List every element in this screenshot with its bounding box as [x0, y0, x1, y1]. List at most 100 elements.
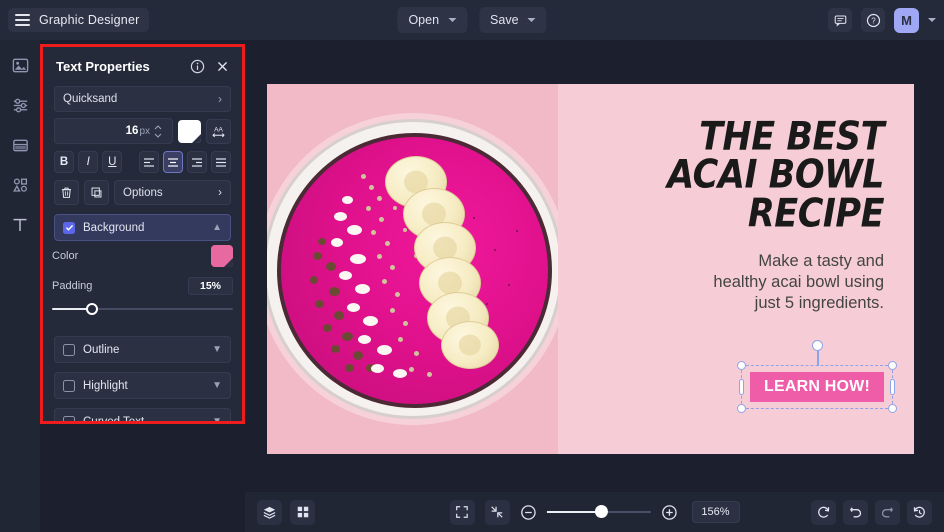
headline-line-2: ACAI BOWL	[667, 153, 884, 198]
bold-button[interactable]: B	[54, 151, 75, 173]
align-left-icon	[143, 157, 154, 167]
handle-left[interactable]	[739, 379, 745, 395]
cta-wrapper: LEARN HOW!	[737, 340, 897, 413]
canvas-area[interactable]: THE BEST ACAI BOWL RECIPE Make a tasty a…	[245, 40, 944, 492]
section-background: Background ▲	[54, 214, 231, 241]
chevron-down-icon	[448, 18, 457, 22]
sidebar-item-layout[interactable]	[9, 134, 31, 156]
close-button[interactable]	[214, 58, 231, 75]
section-outline-header[interactable]: Outline ▼	[55, 337, 230, 362]
handle-top-right[interactable]	[888, 361, 897, 370]
shrink-button[interactable]	[484, 499, 510, 525]
top-bar-right: ? M	[828, 7, 936, 33]
slider-knob[interactable]	[86, 303, 99, 315]
italic-button[interactable]: I	[78, 151, 99, 173]
bowl-smoothie	[276, 133, 552, 408]
selection-box	[737, 340, 897, 413]
sidebar-item-adjust[interactable]	[9, 94, 31, 116]
fit-screen-button[interactable]	[449, 499, 475, 525]
stepper-arrows-icon[interactable]	[151, 124, 165, 138]
duplicate-button[interactable]	[84, 180, 109, 205]
delete-button[interactable]	[54, 180, 79, 205]
save-label: Save	[490, 13, 519, 27]
avatar[interactable]: M	[894, 7, 919, 33]
undo-button[interactable]	[843, 499, 868, 525]
background-padding-value[interactable]: 15%	[187, 277, 233, 295]
section-highlight-header[interactable]: Highlight ▼	[55, 373, 230, 398]
zoom-value[interactable]: 156%	[691, 501, 740, 523]
padding-slider[interactable]	[52, 302, 233, 316]
comment-button[interactable]	[828, 8, 852, 32]
account-chevron-down-icon[interactable]	[928, 18, 936, 22]
background-color-swatch[interactable]	[211, 245, 233, 267]
section-background-header[interactable]: Background ▲	[55, 215, 230, 240]
sidebar-item-text[interactable]	[9, 214, 31, 236]
underline-label: U	[108, 156, 117, 168]
highlight-checkbox[interactable]	[63, 379, 75, 392]
check-icon	[65, 224, 73, 231]
zoom-in-button[interactable]	[660, 504, 677, 521]
sidebar-item-image[interactable]	[9, 54, 31, 76]
reset-button[interactable]	[811, 499, 836, 525]
info-button[interactable]	[189, 58, 206, 75]
panel-header: Text Properties	[43, 47, 242, 84]
comment-icon	[834, 15, 846, 27]
font-family-selector[interactable]: Quicksand ›	[54, 86, 231, 112]
shapes-icon	[12, 177, 27, 192]
undo-icon	[849, 506, 862, 517]
chevron-up-icon[interactable]: ▲	[212, 222, 222, 233]
app-menu-button[interactable]: Graphic Designer	[8, 8, 150, 32]
history-button[interactable]	[907, 499, 932, 525]
page-title: Text Properties	[56, 59, 150, 74]
chevron-down-icon[interactable]: ▼	[212, 416, 222, 421]
align-justify-button[interactable]	[210, 151, 232, 173]
handle-bottom-right[interactable]	[888, 404, 897, 413]
sidebar-item-shapes[interactable]	[9, 174, 31, 196]
underline-button[interactable]: U	[102, 151, 123, 173]
background-color-row: Color	[52, 241, 233, 271]
open-button[interactable]: Open	[397, 7, 468, 33]
help-button[interactable]: ?	[861, 8, 885, 32]
chevron-down-icon[interactable]: ▼	[212, 380, 222, 391]
zoom-out-button[interactable]	[519, 504, 536, 521]
chevron-down-icon[interactable]: ▼	[212, 344, 222, 355]
redo-icon	[881, 506, 894, 517]
curved-text-checkbox[interactable]	[63, 415, 75, 421]
handle-bottom-left[interactable]	[737, 404, 747, 413]
svg-text:AA: AA	[214, 126, 223, 133]
hamburger-icon[interactable]	[15, 14, 30, 26]
text-icon	[13, 218, 27, 231]
outline-checkbox[interactable]	[63, 343, 75, 356]
save-button[interactable]: Save	[479, 7, 547, 33]
font-size-value: 16	[125, 125, 139, 137]
chevron-right-icon: ›	[218, 186, 222, 199]
layers-button[interactable]	[257, 499, 282, 525]
grid-button[interactable]	[290, 499, 315, 525]
text-color-swatch[interactable]	[178, 119, 201, 143]
redo-button[interactable]	[875, 499, 900, 525]
handle-top-left[interactable]	[737, 361, 747, 370]
letter-spacing-button[interactable]: AA	[206, 118, 231, 144]
align-center-icon	[167, 157, 178, 167]
rotate-handle[interactable]	[811, 340, 823, 351]
adjustments-icon	[13, 98, 27, 112]
background-color-label: Color	[52, 250, 79, 262]
headline[interactable]: THE BEST ACAI BOWL RECIPE	[566, 117, 884, 233]
image-icon	[12, 58, 28, 72]
font-size-input[interactable]: 16 px	[54, 118, 173, 144]
zoom-slider[interactable]	[546, 505, 651, 519]
handle-right[interactable]	[890, 379, 895, 395]
align-right-button[interactable]	[186, 151, 207, 173]
options-button[interactable]: Options ›	[114, 180, 231, 205]
rotate-line	[817, 349, 819, 366]
grid-icon	[297, 506, 308, 518]
zoom-knob[interactable]	[595, 505, 609, 518]
align-left-button[interactable]	[138, 151, 159, 173]
acai-bowl-photo[interactable]	[267, 84, 559, 454]
background-checkbox[interactable]	[63, 221, 75, 234]
align-center-button[interactable]	[162, 151, 183, 173]
background-body: Color Padding 15%	[43, 241, 242, 327]
section-curved-text-header[interactable]: Curved Text ▼	[55, 409, 230, 421]
subtext[interactable]: Make a tasty and healthy acai bowl using…	[566, 251, 884, 314]
artboard[interactable]: THE BEST ACAI BOWL RECIPE Make a tasty a…	[267, 84, 914, 454]
